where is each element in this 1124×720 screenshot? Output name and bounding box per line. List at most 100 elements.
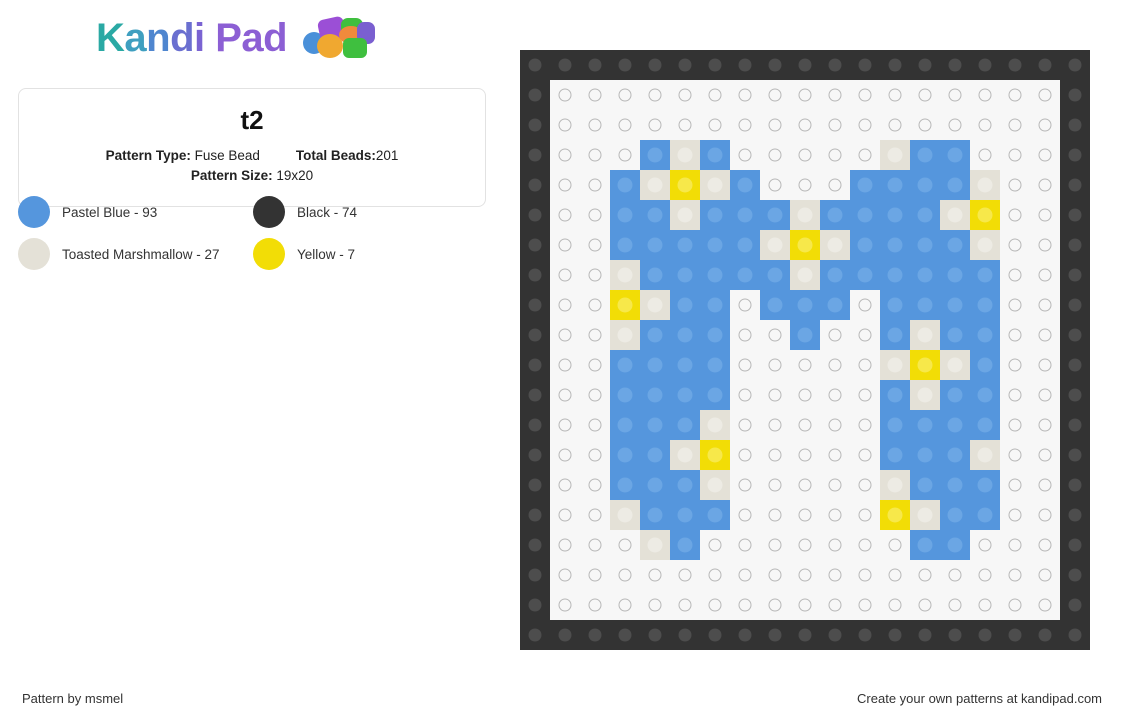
bead-cell-empty[interactable] [580,410,610,440]
bead-cell-empty[interactable] [550,260,580,290]
bead-cell-yellow[interactable] [910,350,940,380]
bead-cell-empty[interactable] [850,80,880,110]
bead-cell-empty[interactable] [1000,230,1030,260]
bead-cell-blue[interactable] [940,530,970,560]
bead-cell-empty[interactable] [1000,140,1030,170]
bead-cell-empty[interactable] [580,350,610,380]
bead-cell-blue[interactable] [910,410,940,440]
bead-cell-empty[interactable] [790,410,820,440]
bead-cell-empty[interactable] [730,590,760,620]
bead-cell-empty[interactable] [700,590,730,620]
bead-cell-empty[interactable] [610,530,640,560]
bead-cell-black[interactable] [730,50,760,80]
bead-cell-black[interactable] [760,620,790,650]
bead-cell-blue[interactable] [640,140,670,170]
bead-cell-blue[interactable] [610,230,640,260]
bead-cell-blue[interactable] [970,410,1000,440]
bead-pattern-grid[interactable] [520,50,1090,650]
bead-cell-empty[interactable] [580,140,610,170]
bead-cell-black[interactable] [520,410,550,440]
bead-cell-blue[interactable] [850,200,880,230]
bead-cell-blue[interactable] [880,230,910,260]
bead-cell-empty[interactable] [850,320,880,350]
bead-cell-empty[interactable] [820,470,850,500]
bead-cell-empty[interactable] [760,500,790,530]
bead-cell-blue[interactable] [700,140,730,170]
bead-cell-black[interactable] [910,50,940,80]
bead-cell-black[interactable] [940,620,970,650]
bead-cell-empty[interactable] [820,530,850,560]
bead-cell-black[interactable] [1060,560,1090,590]
bead-cell-empty[interactable] [790,560,820,590]
bead-cell-black[interactable] [520,620,550,650]
bead-cell-empty[interactable] [760,380,790,410]
bead-cell-empty[interactable] [790,470,820,500]
bead-cell-empty[interactable] [790,380,820,410]
bead-cell-black[interactable] [520,290,550,320]
bead-cell-empty[interactable] [820,380,850,410]
bead-cell-black[interactable] [1000,50,1030,80]
bead-cell-blue[interactable] [970,260,1000,290]
bead-cell-empty[interactable] [1000,200,1030,230]
bead-cell-blue[interactable] [760,260,790,290]
bead-cell-blue[interactable] [640,470,670,500]
bead-cell-black[interactable] [520,500,550,530]
bead-cell-black[interactable] [520,200,550,230]
bead-cell-black[interactable] [1060,260,1090,290]
bead-cell-empty[interactable] [1000,440,1030,470]
bead-cell-empty[interactable] [880,560,910,590]
bead-cell-blue[interactable] [940,260,970,290]
bead-cell-empty[interactable] [1000,170,1030,200]
bead-cell-blue[interactable] [880,200,910,230]
bead-cell-black[interactable] [670,620,700,650]
bead-cell-yellow[interactable] [610,290,640,320]
bead-cell-black[interactable] [1060,500,1090,530]
bead-cell-empty[interactable] [970,560,1000,590]
bead-cell-empty[interactable] [790,110,820,140]
bead-cell-blue[interactable] [610,470,640,500]
bead-cell-empty[interactable] [820,140,850,170]
bead-cell-empty[interactable] [580,440,610,470]
bead-cell-empty[interactable] [580,170,610,200]
bead-cell-empty[interactable] [1030,530,1060,560]
bead-cell-empty[interactable] [550,440,580,470]
bead-cell-empty[interactable] [1030,560,1060,590]
bead-cell-empty[interactable] [640,80,670,110]
bead-cell-blue[interactable] [910,170,940,200]
bead-cell-black[interactable] [1060,230,1090,260]
bead-cell-black[interactable] [1060,410,1090,440]
bead-cell-black[interactable] [640,50,670,80]
bead-cell-empty[interactable] [730,470,760,500]
bead-cell-black[interactable] [550,620,580,650]
bead-cell-empty[interactable] [790,140,820,170]
bead-cell-empty[interactable] [820,110,850,140]
bead-cell-empty[interactable] [730,350,760,380]
bead-cell-empty[interactable] [550,170,580,200]
bead-cell-empty[interactable] [580,110,610,140]
bead-cell-empty[interactable] [1030,440,1060,470]
bead-cell-yellow[interactable] [970,200,1000,230]
bead-cell-black[interactable] [1060,320,1090,350]
bead-cell-black[interactable] [850,620,880,650]
bead-cell-blue[interactable] [970,380,1000,410]
bead-cell-black[interactable] [580,620,610,650]
bead-cell-empty[interactable] [670,110,700,140]
bead-cell-empty[interactable] [550,380,580,410]
bead-cell-empty[interactable] [580,470,610,500]
bead-cell-empty[interactable] [1000,380,1030,410]
bead-cell-blue[interactable] [730,260,760,290]
bead-cell-black[interactable] [970,50,1000,80]
bead-cell-empty[interactable] [580,260,610,290]
bead-cell-empty[interactable] [1030,380,1060,410]
bead-cell-blue[interactable] [640,380,670,410]
bead-cell-blue[interactable] [880,170,910,200]
bead-cell-blue[interactable] [670,350,700,380]
bead-cell-blue[interactable] [700,320,730,350]
bead-cell-blue[interactable] [610,410,640,440]
bead-cell-empty[interactable] [610,110,640,140]
bead-cell-empty[interactable] [970,140,1000,170]
bead-cell-empty[interactable] [1000,350,1030,380]
bead-cell-empty[interactable] [730,140,760,170]
bead-cell-blue[interactable] [880,320,910,350]
bead-cell-blue[interactable] [910,440,940,470]
